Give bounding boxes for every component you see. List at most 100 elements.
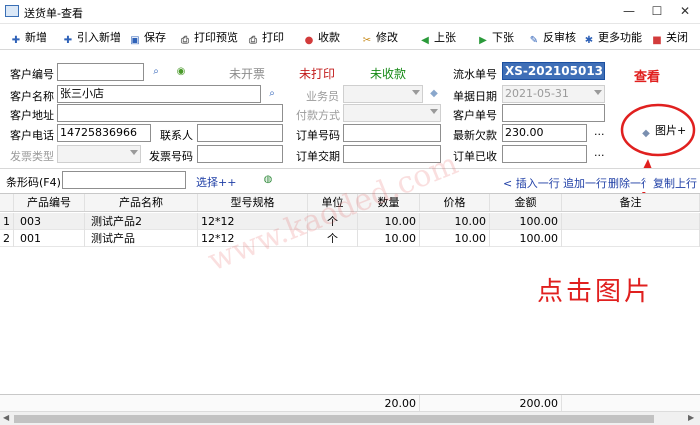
- grid-header-cell[interactable]: 价格: [420, 194, 490, 211]
- order-no-field[interactable]: [343, 124, 441, 142]
- barcode-input[interactable]: [62, 171, 186, 189]
- order-no-label: 订单号码: [296, 129, 340, 142]
- print-preview-button[interactable]: ⎙ 打印预览: [179, 29, 238, 47]
- cust-order-field[interactable]: [502, 104, 605, 122]
- order-received-field[interactable]: [502, 145, 587, 163]
- cust-order-label: 客户单号: [453, 109, 497, 122]
- grid-header-cell[interactable]: 数量: [358, 194, 420, 211]
- price-cell[interactable]: 10.00: [420, 230, 490, 247]
- table-row[interactable]: 2 001 测试产品 12*12 个 10.00 10.00 100.00: [0, 230, 700, 247]
- printer-icon: ⎙: [181, 35, 189, 46]
- annotation-view-text: 查看: [634, 70, 661, 85]
- scrollbar-thumb[interactable]: [14, 415, 654, 423]
- globe-icon[interactable]: ◍: [262, 174, 274, 186]
- spec-cell[interactable]: 12*12: [198, 230, 308, 247]
- grid-header-cell[interactable]: 产品编号: [14, 194, 85, 211]
- invoice-no-field[interactable]: [197, 145, 283, 163]
- customer-address-field[interactable]: [57, 104, 283, 122]
- order-received-more-button[interactable]: ...: [594, 146, 605, 159]
- qty-cell[interactable]: 10.00: [358, 213, 420, 230]
- unaudit-button[interactable]: ✎ 反审核: [528, 29, 576, 47]
- delete-row-button[interactable]: 删除一行: [608, 175, 646, 191]
- import-new-button[interactable]: ✚ 引入新增: [62, 29, 121, 47]
- qty-cell[interactable]: 10.00: [358, 230, 420, 247]
- arrow-left-icon: ◀: [421, 35, 429, 46]
- price-cell[interactable]: 10.00: [420, 213, 490, 230]
- order-date-label: 订单交期: [296, 150, 340, 163]
- table-row[interactable]: 1 003 测试产品2 12*12 个 10.00 10.00 100.00: [0, 213, 700, 230]
- new-button[interactable]: ✚ 新增: [10, 29, 47, 47]
- eraser-icon[interactable]: ◆: [428, 88, 440, 100]
- search-icon[interactable]: ⌕: [266, 88, 278, 100]
- contact-card-icon[interactable]: ◉: [175, 66, 187, 78]
- save-button[interactable]: ▣ 保存: [129, 29, 166, 47]
- chevron-down-icon: [130, 150, 138, 155]
- salesman-select[interactable]: [343, 85, 423, 103]
- unit-cell[interactable]: 个: [308, 230, 358, 247]
- barcode-row: 条形码(F4) 选择++ ◍ < 插入一行 追加一行 删除一行 复制上行: [0, 168, 700, 192]
- search-icon[interactable]: ⌕: [150, 66, 162, 78]
- chevron-down-icon: [594, 90, 602, 95]
- latest-debt-more-button[interactable]: ...: [594, 125, 605, 138]
- invoice-status: 未开票: [229, 67, 266, 81]
- select-button[interactable]: 选择++: [196, 174, 236, 190]
- next-button[interactable]: ▶ 下张: [477, 29, 514, 47]
- customer-name-label: 客户名称: [10, 90, 54, 103]
- printer-icon: ⎙: [249, 35, 257, 46]
- customer-code-field[interactable]: [57, 63, 144, 81]
- close-window-button[interactable]: ✕: [672, 2, 698, 20]
- print-button[interactable]: ⎙ 打印: [247, 29, 284, 47]
- product-code-cell[interactable]: 001: [14, 230, 85, 247]
- window-title: 送货单-查看: [24, 7, 83, 20]
- order-date-field[interactable]: [343, 145, 441, 163]
- maximize-button[interactable]: ☐: [644, 2, 670, 20]
- row-index: 2: [0, 230, 14, 247]
- spec-cell[interactable]: 12*12: [198, 213, 308, 230]
- payment-select[interactable]: [343, 104, 441, 122]
- prev-button[interactable]: ◀ 上张: [419, 29, 456, 47]
- product-name-cell[interactable]: 测试产品: [85, 230, 198, 247]
- product-code-cell[interactable]: 003: [14, 213, 85, 230]
- picture-button[interactable]: ◆ 图片+: [640, 122, 686, 140]
- contact-field[interactable]: [197, 124, 283, 142]
- grid-header-cell[interactable]: 产品名称: [85, 194, 198, 211]
- product-name-cell[interactable]: 测试产品2: [85, 213, 198, 230]
- latest-debt-field[interactable]: 230.00: [502, 124, 587, 142]
- insert-row-button[interactable]: < 插入一行: [503, 175, 560, 191]
- minimize-button[interactable]: —: [616, 2, 642, 20]
- more-functions-button[interactable]: ✱ 更多功能: [583, 29, 642, 47]
- collect-button[interactable]: ● 收款: [303, 29, 340, 47]
- customer-name-field[interactable]: 张三小店: [57, 85, 261, 103]
- row-index: 1: [0, 213, 14, 230]
- grid-header-cell[interactable]: 单位: [308, 194, 358, 211]
- customer-phone-field[interactable]: 14725836966: [57, 124, 151, 142]
- grid-footer-totals: 20.00 200.00: [0, 394, 700, 412]
- doc-date-field[interactable]: 2021-05-31: [502, 85, 605, 103]
- copy-row-button[interactable]: 复制上行: [653, 175, 697, 191]
- invoice-type-select[interactable]: [57, 145, 141, 163]
- amount-cell[interactable]: 100.00: [490, 213, 562, 230]
- close-icon: ■: [652, 35, 662, 46]
- grid-header-cell[interactable]: 备注: [562, 194, 700, 211]
- edit-button[interactable]: ✂ 修改: [361, 29, 398, 47]
- serial-field[interactable]: XS-202105013: [502, 62, 605, 80]
- total-amount: 200.00: [490, 395, 562, 412]
- chevron-down-icon: [412, 90, 420, 95]
- close-button[interactable]: ■ 关闭: [651, 29, 688, 47]
- scroll-left-icon[interactable]: ◀: [3, 413, 9, 422]
- grid-header-cell[interactable]: 金额: [490, 194, 562, 211]
- title-bar: 送货单-查看 — ☐ ✕: [0, 0, 700, 24]
- unit-cell[interactable]: 个: [308, 213, 358, 230]
- coins-icon: ●: [304, 35, 314, 46]
- amount-cell[interactable]: 100.00: [490, 230, 562, 247]
- customer-code-label: 客户编号: [10, 68, 54, 81]
- horizontal-scrollbar[interactable]: ◀ ▶: [0, 411, 700, 425]
- grid-header-index: [0, 194, 14, 211]
- plus-icon: ✚: [63, 35, 73, 46]
- scroll-right-icon[interactable]: ▶: [688, 413, 694, 422]
- grid-header-cell[interactable]: 型号规格: [198, 194, 308, 211]
- note-cell[interactable]: [562, 213, 700, 230]
- note-cell[interactable]: [562, 230, 700, 247]
- invoice-no-label: 发票号码: [149, 150, 193, 163]
- append-row-button[interactable]: 追加一行: [563, 175, 607, 191]
